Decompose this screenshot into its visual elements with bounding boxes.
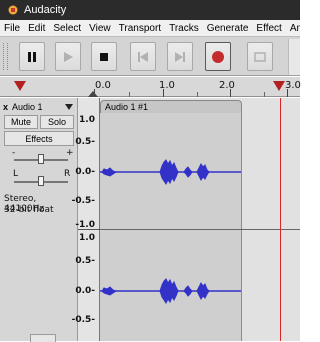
- menu-tracks[interactable]: Tracks: [165, 23, 203, 34]
- menu-file[interactable]: File: [0, 23, 24, 34]
- timeline-ruler[interactable]: 0.0 1.0 2.0 3.0: [0, 77, 301, 97]
- amp-label2-0.5: 0.5-: [75, 256, 95, 266]
- skip-start-icon: [138, 51, 148, 62]
- time-label-2: 2.0: [219, 80, 235, 91]
- effects-button[interactable]: Effects: [4, 131, 74, 146]
- time-label-0: 0.0: [95, 80, 111, 91]
- menu-view[interactable]: View: [85, 23, 115, 34]
- track-control-panel: x Audio 1 Mute Solo Effects - + L R Ster…: [0, 98, 78, 342]
- tools-toolbar-edge[interactable]: [288, 39, 300, 75]
- time-label-1: 1.0: [159, 80, 175, 91]
- selection-start-marker-icon: [88, 91, 98, 97]
- waveform-graphic: [100, 159, 241, 304]
- window-title: Audacity: [24, 4, 67, 16]
- track-menu-dropdown-icon[interactable]: [65, 104, 73, 110]
- menu-bar: File Edit Select View Transport Tracks G…: [0, 20, 300, 36]
- track-header[interactable]: x Audio 1: [3, 101, 75, 113]
- pan-right-label: R: [64, 169, 71, 179]
- amp-label-0.0: 0.0-: [75, 167, 95, 177]
- amp-label-neg0.5: -0.5-: [71, 196, 95, 206]
- stop-button[interactable]: [91, 42, 117, 71]
- track-bitdepth-info: 32-bit float: [4, 205, 54, 215]
- menu-generate[interactable]: Generate: [203, 23, 253, 34]
- menu-analyze[interactable]: Ana: [286, 23, 300, 34]
- loop-icon: [254, 51, 266, 62]
- mute-button[interactable]: Mute: [4, 115, 38, 129]
- menu-select[interactable]: Select: [49, 23, 85, 34]
- track-close-button[interactable]: x: [3, 102, 8, 112]
- play-icon: [64, 51, 73, 62]
- amp-label2-1.0: 1.0: [79, 233, 95, 243]
- gain-plus-label: +: [66, 148, 74, 158]
- amp-label-1.0: 1.0: [79, 115, 95, 125]
- clip-title-bar[interactable]: Audio 1 #1: [100, 100, 242, 113]
- transport-toolbar: [0, 36, 300, 76]
- waveform-area[interactable]: [100, 98, 300, 341]
- pan-slider-thumb[interactable]: [38, 176, 44, 186]
- clip-name: Audio 1 #1: [105, 102, 149, 112]
- gain-minus-label: -: [12, 148, 16, 158]
- audacity-logo-icon: [8, 5, 18, 15]
- time-label-3: 3.0: [285, 80, 301, 91]
- amp-label-0.5: 0.5-: [75, 137, 95, 147]
- pan-left-label: L: [13, 169, 19, 179]
- menu-edit[interactable]: Edit: [24, 23, 49, 34]
- record-icon: [212, 50, 224, 63]
- stop-icon: [100, 52, 108, 61]
- play-button[interactable]: [55, 42, 81, 71]
- skip-end-icon: [175, 51, 185, 62]
- menu-effect[interactable]: Effect: [252, 23, 285, 34]
- play-head-marker-icon[interactable]: [14, 81, 26, 91]
- amp-label2-0.0: 0.0-: [75, 286, 95, 296]
- pause-icon: [28, 51, 36, 62]
- menu-transport[interactable]: Transport: [115, 23, 165, 34]
- end-marker-icon: [273, 81, 285, 91]
- skip-to-start-button[interactable]: [130, 42, 156, 71]
- loop-button[interactable]: [247, 42, 273, 71]
- edit-cursor-line: [280, 98, 281, 341]
- amplitude-ruler: 1.0 0.5- 0.0- -0.5- -1.0 1.0 0.5- 0.0- -…: [72, 98, 100, 341]
- record-button[interactable]: [205, 42, 231, 71]
- pause-button[interactable]: [19, 42, 45, 71]
- toolbar-grip[interactable]: [3, 43, 8, 70]
- amp-label2-neg0.5: -0.5-: [71, 315, 95, 325]
- title-bar: Audacity: [0, 0, 300, 20]
- track-name[interactable]: Audio 1: [12, 102, 43, 112]
- gain-slider-thumb[interactable]: [38, 154, 44, 164]
- skip-to-end-button[interactable]: [167, 42, 193, 71]
- solo-button[interactable]: Solo: [40, 115, 74, 129]
